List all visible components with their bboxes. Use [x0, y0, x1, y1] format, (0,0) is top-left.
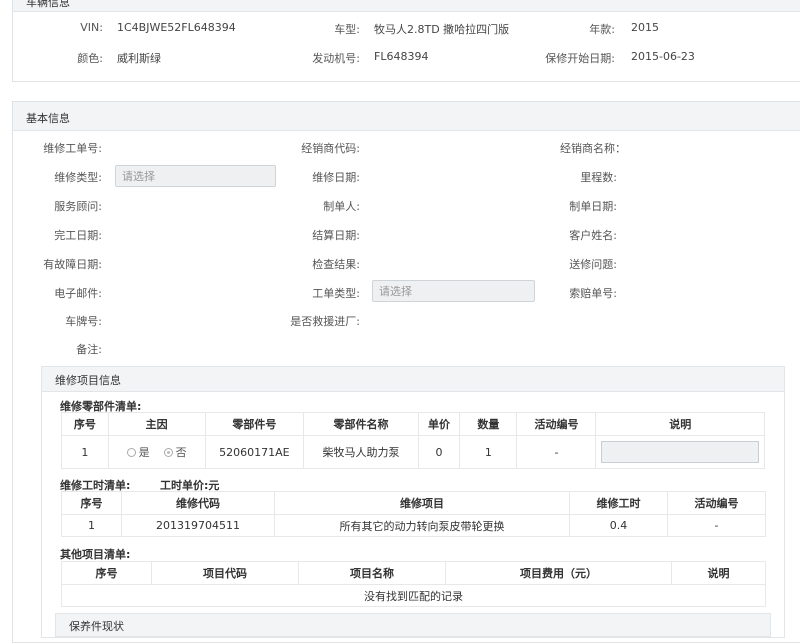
- other-table: 序号 项目代码 项目名称 项目费用（元） 说明 没有找到匹配的记录: [61, 561, 766, 607]
- maintenance-status-header: 保养件现状: [55, 613, 771, 637]
- radio-yes[interactable]: 是: [126, 446, 150, 459]
- repair-type-select[interactable]: 请选择: [115, 165, 276, 187]
- parts-cell-main-cause: 是 否: [107, 435, 206, 469]
- color-label: 颜色:: [77, 52, 103, 65]
- customer-label: 客户姓名:: [569, 229, 617, 242]
- labor-col-item: 维修项目: [274, 491, 570, 515]
- claim-no-label: 索赔单号:: [569, 287, 617, 300]
- radio-yes-circle[interactable]: [126, 448, 136, 457]
- other-col-desc: 说明: [671, 561, 766, 585]
- parts-col-desc: 说明: [595, 412, 765, 436]
- vin-label: VIN:: [80, 21, 103, 34]
- repair-items-title: 维修项目信息: [55, 374, 121, 387]
- parts-cell-part-name: 柴牧马人助力泵: [303, 435, 419, 469]
- parts-col-price: 单价: [417, 412, 461, 436]
- create-date-label: 制单日期:: [569, 200, 617, 213]
- plate-label: 车牌号:: [65, 315, 102, 328]
- fault-date-label: 有故障日期:: [43, 258, 102, 271]
- other-col-name: 项目名称: [298, 561, 446, 585]
- parts-col-no: 序号: [61, 412, 109, 436]
- parts-col-activity: 活动编号: [516, 412, 597, 436]
- parts-cell-no: 1: [61, 435, 109, 469]
- labor-cell-code: 201319704511: [121, 514, 275, 537]
- model-value: 牧马人2.8TD 撒哈拉四门版: [374, 23, 510, 36]
- vin-value: 1C4BJWE52FL648394: [117, 21, 236, 34]
- parts-cell-activity: -: [516, 435, 597, 469]
- advisor-label: 服务顾问:: [54, 200, 102, 213]
- dealer-name-label: 经销商名称：: [560, 142, 626, 155]
- vehicle-info-panel: 车辆信息: [12, 0, 800, 82]
- other-empty-message: 没有找到匹配的记录: [61, 584, 766, 607]
- labor-col-code: 维修代码: [121, 491, 275, 515]
- parts-cell-qty: 1: [459, 435, 518, 469]
- parts-col-part-name: 零部件名称: [303, 412, 419, 436]
- engine-label: 发动机号:: [312, 52, 360, 65]
- labor-cell-no: 1: [61, 514, 122, 537]
- parts-header-row: 序号 主因 零部件号 零部件名称 单价 数量 活动编号 说明: [61, 412, 765, 436]
- vehicle-info-header: 车辆信息: [13, 0, 800, 12]
- labor-table: 序号 维修代码 维修项目 维修工时 活动编号 1 201319704511 所有…: [61, 491, 766, 537]
- parts-cell-part-no: 52060171AE: [204, 435, 305, 469]
- labor-cell-hours: 0.4: [569, 514, 668, 537]
- other-col-no: 序号: [61, 561, 152, 585]
- basic-info-title: 基本信息: [26, 112, 70, 125]
- other-col-fee: 项目费用（元）: [445, 561, 672, 585]
- warranty-label: 保修开始日期:: [545, 52, 615, 65]
- dealer-code-label: 经销商代码:: [301, 142, 360, 155]
- order-type-select[interactable]: 请选择: [372, 280, 535, 302]
- radio-no-circle[interactable]: [163, 448, 173, 457]
- order-type-label: 工单类型:: [312, 287, 360, 300]
- rescue-label: 是否救援进厂:: [290, 315, 360, 328]
- creator-label: 制单人:: [323, 200, 360, 213]
- other-list-title: 其他项目清单:: [60, 548, 131, 561]
- settle-date-label: 结算日期:: [312, 229, 360, 242]
- other-col-code: 项目代码: [151, 561, 299, 585]
- repair-date-label: 维修日期:: [312, 171, 360, 184]
- parts-cell-desc: [595, 435, 765, 469]
- maintenance-status-title: 保养件现状: [69, 620, 124, 633]
- radio-no-label: 否: [175, 446, 187, 459]
- labor-col-activity: 活动编号: [667, 491, 766, 515]
- labor-col-hours: 维修工时: [569, 491, 668, 515]
- repair-items-header: 维修项目信息: [42, 367, 784, 392]
- labor-cell-activity: -: [667, 514, 766, 537]
- other-header-row: 序号 项目代码 项目名称 项目费用（元） 说明: [61, 561, 766, 585]
- order-no-label: 维修工单号:: [43, 142, 102, 155]
- desc-input[interactable]: [601, 441, 760, 463]
- parts-col-part-no: 零部件号: [204, 412, 305, 436]
- vehicle-info-title: 车辆信息: [26, 0, 70, 9]
- parts-table: 序号 主因 零部件号 零部件名称 单价 数量 活动编号 说明 1 是 否 520…: [61, 412, 765, 469]
- radio-no[interactable]: 否: [163, 446, 187, 459]
- labor-header-row: 序号 维修代码 维修项目 维修工时 活动编号: [61, 491, 766, 515]
- table-row: 没有找到匹配的记录: [61, 584, 766, 607]
- year-value: 2015: [631, 21, 659, 34]
- parts-cell-price: 0: [417, 435, 461, 469]
- color-value: 威利斯绿: [117, 52, 161, 65]
- table-row: 1 201319704511 所有其它的动力转向泵皮带轮更换 0.4 -: [61, 514, 766, 537]
- remark-label: 备注:: [76, 343, 102, 356]
- radio-yes-label: 是: [138, 446, 150, 459]
- warranty-value: 2015-06-23: [631, 50, 695, 63]
- repair-issue-label: 送修问题:: [569, 258, 617, 271]
- check-result-label: 检查结果:: [312, 258, 360, 271]
- email-label: 电子邮件:: [54, 287, 102, 300]
- engine-value: FL648394: [374, 50, 429, 63]
- repair-type-label: 维修类型:: [54, 171, 102, 184]
- basic-info-header: 基本信息: [13, 102, 800, 131]
- table-row: 1 是 否 52060171AE 柴牧马人助力泵 0 1 -: [61, 435, 765, 469]
- labor-col-no: 序号: [61, 491, 122, 515]
- year-label: 年款:: [589, 23, 615, 36]
- parts-col-qty: 数量: [459, 412, 518, 436]
- labor-cell-item: 所有其它的动力转向泵皮带轮更换: [274, 514, 570, 537]
- finish-date-label: 完工日期:: [54, 229, 102, 242]
- model-label: 车型:: [334, 23, 360, 36]
- mileage-label: 里程数:: [580, 171, 617, 184]
- parts-col-main-cause: 主因: [107, 412, 206, 436]
